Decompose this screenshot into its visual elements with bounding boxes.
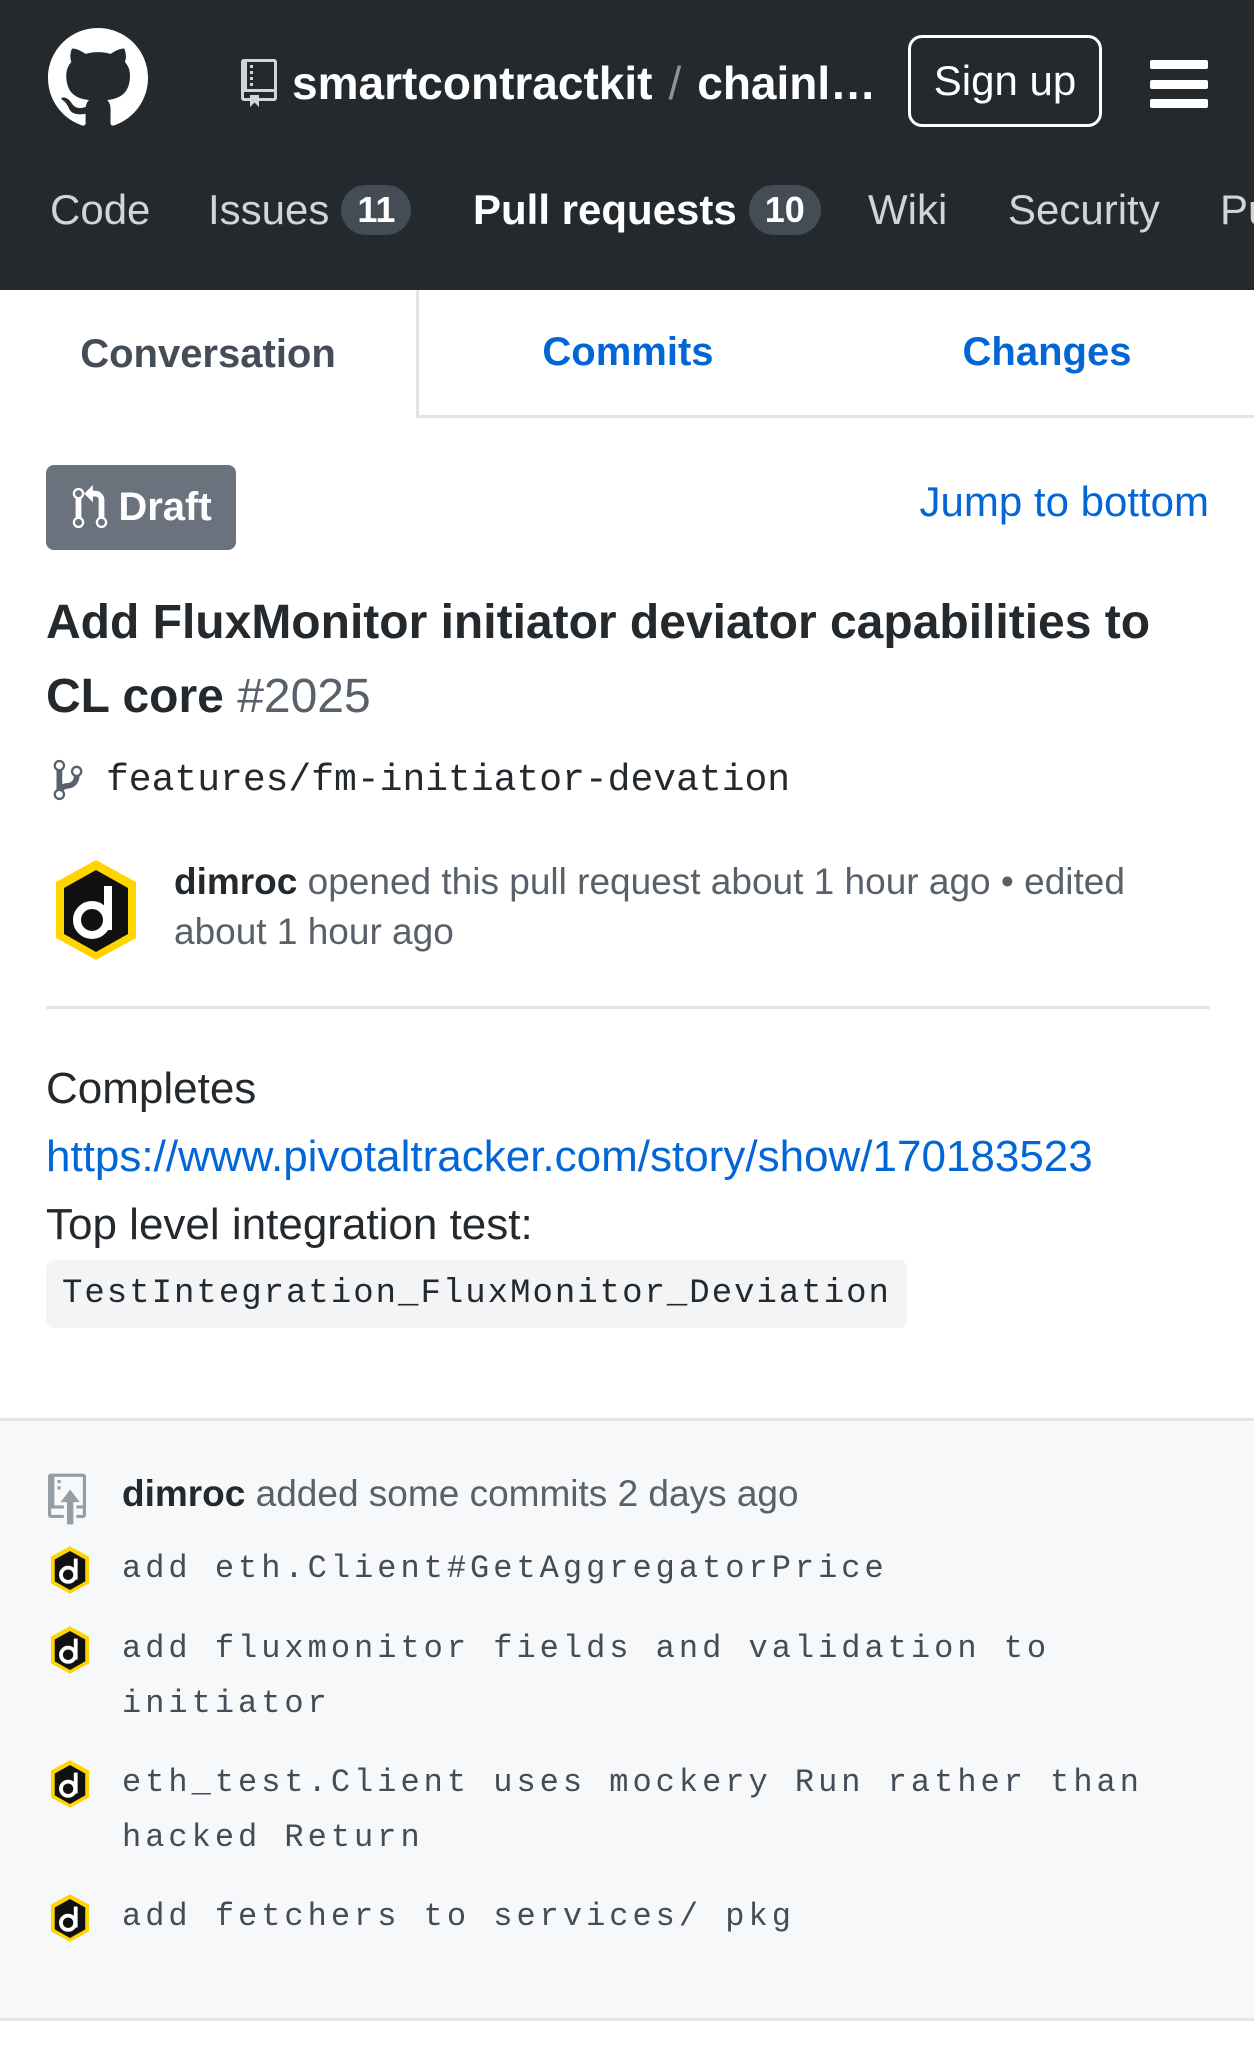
integration-test-code: TestIntegration_FluxMonitor_Deviation [46, 1260, 907, 1328]
commits-header-text: added some commits 2 days ago [255, 1473, 799, 1514]
author-link[interactable]: dimroc [174, 861, 297, 902]
git-pull-request-icon [73, 484, 108, 528]
github-logo-icon[interactable] [48, 28, 148, 128]
nav-item-wiki[interactable]: Wiki [868, 180, 947, 240]
description-line: Completes [46, 1064, 257, 1113]
issues-counter: 11 [341, 185, 412, 235]
pr-number: #2025 [237, 670, 371, 723]
pr-title-text: Add FluxMonitor initiator deviator capab… [46, 596, 1151, 723]
nav-item-label: Issues [208, 186, 330, 233]
avatar-dimroc[interactable] [50, 1759, 90, 1809]
pr-tabs: Conversation Commits Changes [0, 290, 1254, 418]
tab-changes[interactable]: Changes [837, 290, 1254, 415]
tab-commits[interactable]: Commits [419, 290, 837, 415]
commit-message-link[interactable]: eth_test.Client uses mockery Run rather … [122, 1755, 1202, 1865]
opened-text: opened this pull request about 1 hour ag… [174, 861, 1125, 952]
tab-conversation[interactable]: Conversation [0, 290, 416, 418]
nav-item-pull-requests[interactable]: Pull requests 10 [473, 180, 821, 240]
avatar-dimroc[interactable] [50, 1893, 90, 1943]
draft-label: Draft [118, 485, 212, 529]
git-branch-icon [53, 759, 83, 801]
nav-item-issues[interactable]: Issues 11 [208, 180, 412, 240]
repo-name[interactable]: chainli... [697, 56, 877, 110]
app-header: smartcontractkit / chainli... Sign up Co… [0, 0, 1254, 290]
pr-description: Completes https://www.pivotaltracker.com… [46, 1055, 1093, 1259]
commits-author-link[interactable]: dimroc [122, 1473, 245, 1514]
repo-nav: Code Issues 11 Pull requests 10 Wiki Sec… [0, 180, 1254, 240]
nav-item-label: Pu [1220, 186, 1254, 233]
commit-message-link[interactable]: add eth.Client#GetAggregatorPrice [122, 1541, 1182, 1596]
nav-item-label: Security [1008, 186, 1160, 233]
repo-separator: / [668, 57, 682, 109]
jump-to-bottom-link[interactable]: Jump to bottom [920, 478, 1209, 526]
repo-title[interactable]: smartcontractkit / chainli... [240, 50, 877, 116]
divider [46, 1006, 1210, 1009]
nav-item-pulse[interactable]: Pu [1220, 180, 1254, 240]
nav-item-label: Code [50, 186, 151, 233]
commit-message-link[interactable]: add fetchers to services/ pkg [122, 1889, 1182, 1944]
avatar-dimroc[interactable] [54, 858, 138, 962]
commits-timeline: dimroc added some commits 2 days ago add… [0, 1418, 1254, 2018]
pull-requests-counter: 10 [748, 185, 821, 235]
nav-item-label: Pull requests [473, 186, 737, 233]
draft-state-badge: Draft [46, 465, 236, 550]
repo-push-icon [48, 1473, 86, 1525]
avatar-dimroc[interactable] [50, 1545, 90, 1595]
branch-name[interactable]: features/fm-initiator-devation [106, 759, 790, 802]
pr-title: Add FluxMonitor initiator deviator capab… [46, 586, 1216, 734]
pivotaltracker-link[interactable]: https://www.pivotaltracker.com/story/sho… [46, 1123, 1093, 1191]
sign-up-button[interactable]: Sign up [908, 35, 1102, 127]
nav-item-code[interactable]: Code [50, 180, 150, 240]
nav-item-security[interactable]: Security [1008, 180, 1160, 240]
nav-item-label: Wiki [868, 186, 948, 233]
description-line: Top level integration test: [46, 1200, 533, 1249]
avatar-dimroc[interactable] [50, 1625, 90, 1675]
repo-icon [241, 59, 277, 107]
commits-header: dimroc added some commits 2 days ago [122, 1473, 799, 1515]
menu-icon[interactable] [1150, 60, 1208, 108]
page-bottom-divider [0, 2018, 1254, 2048]
repo-owner[interactable]: smartcontractkit [292, 56, 652, 110]
commit-message-link[interactable]: add fluxmonitor fields and validation to… [122, 1621, 1102, 1731]
pr-opened-meta: dimroc opened this pull request about 1 … [174, 857, 1214, 957]
pr-branch: features/fm-initiator-devation [50, 755, 790, 805]
